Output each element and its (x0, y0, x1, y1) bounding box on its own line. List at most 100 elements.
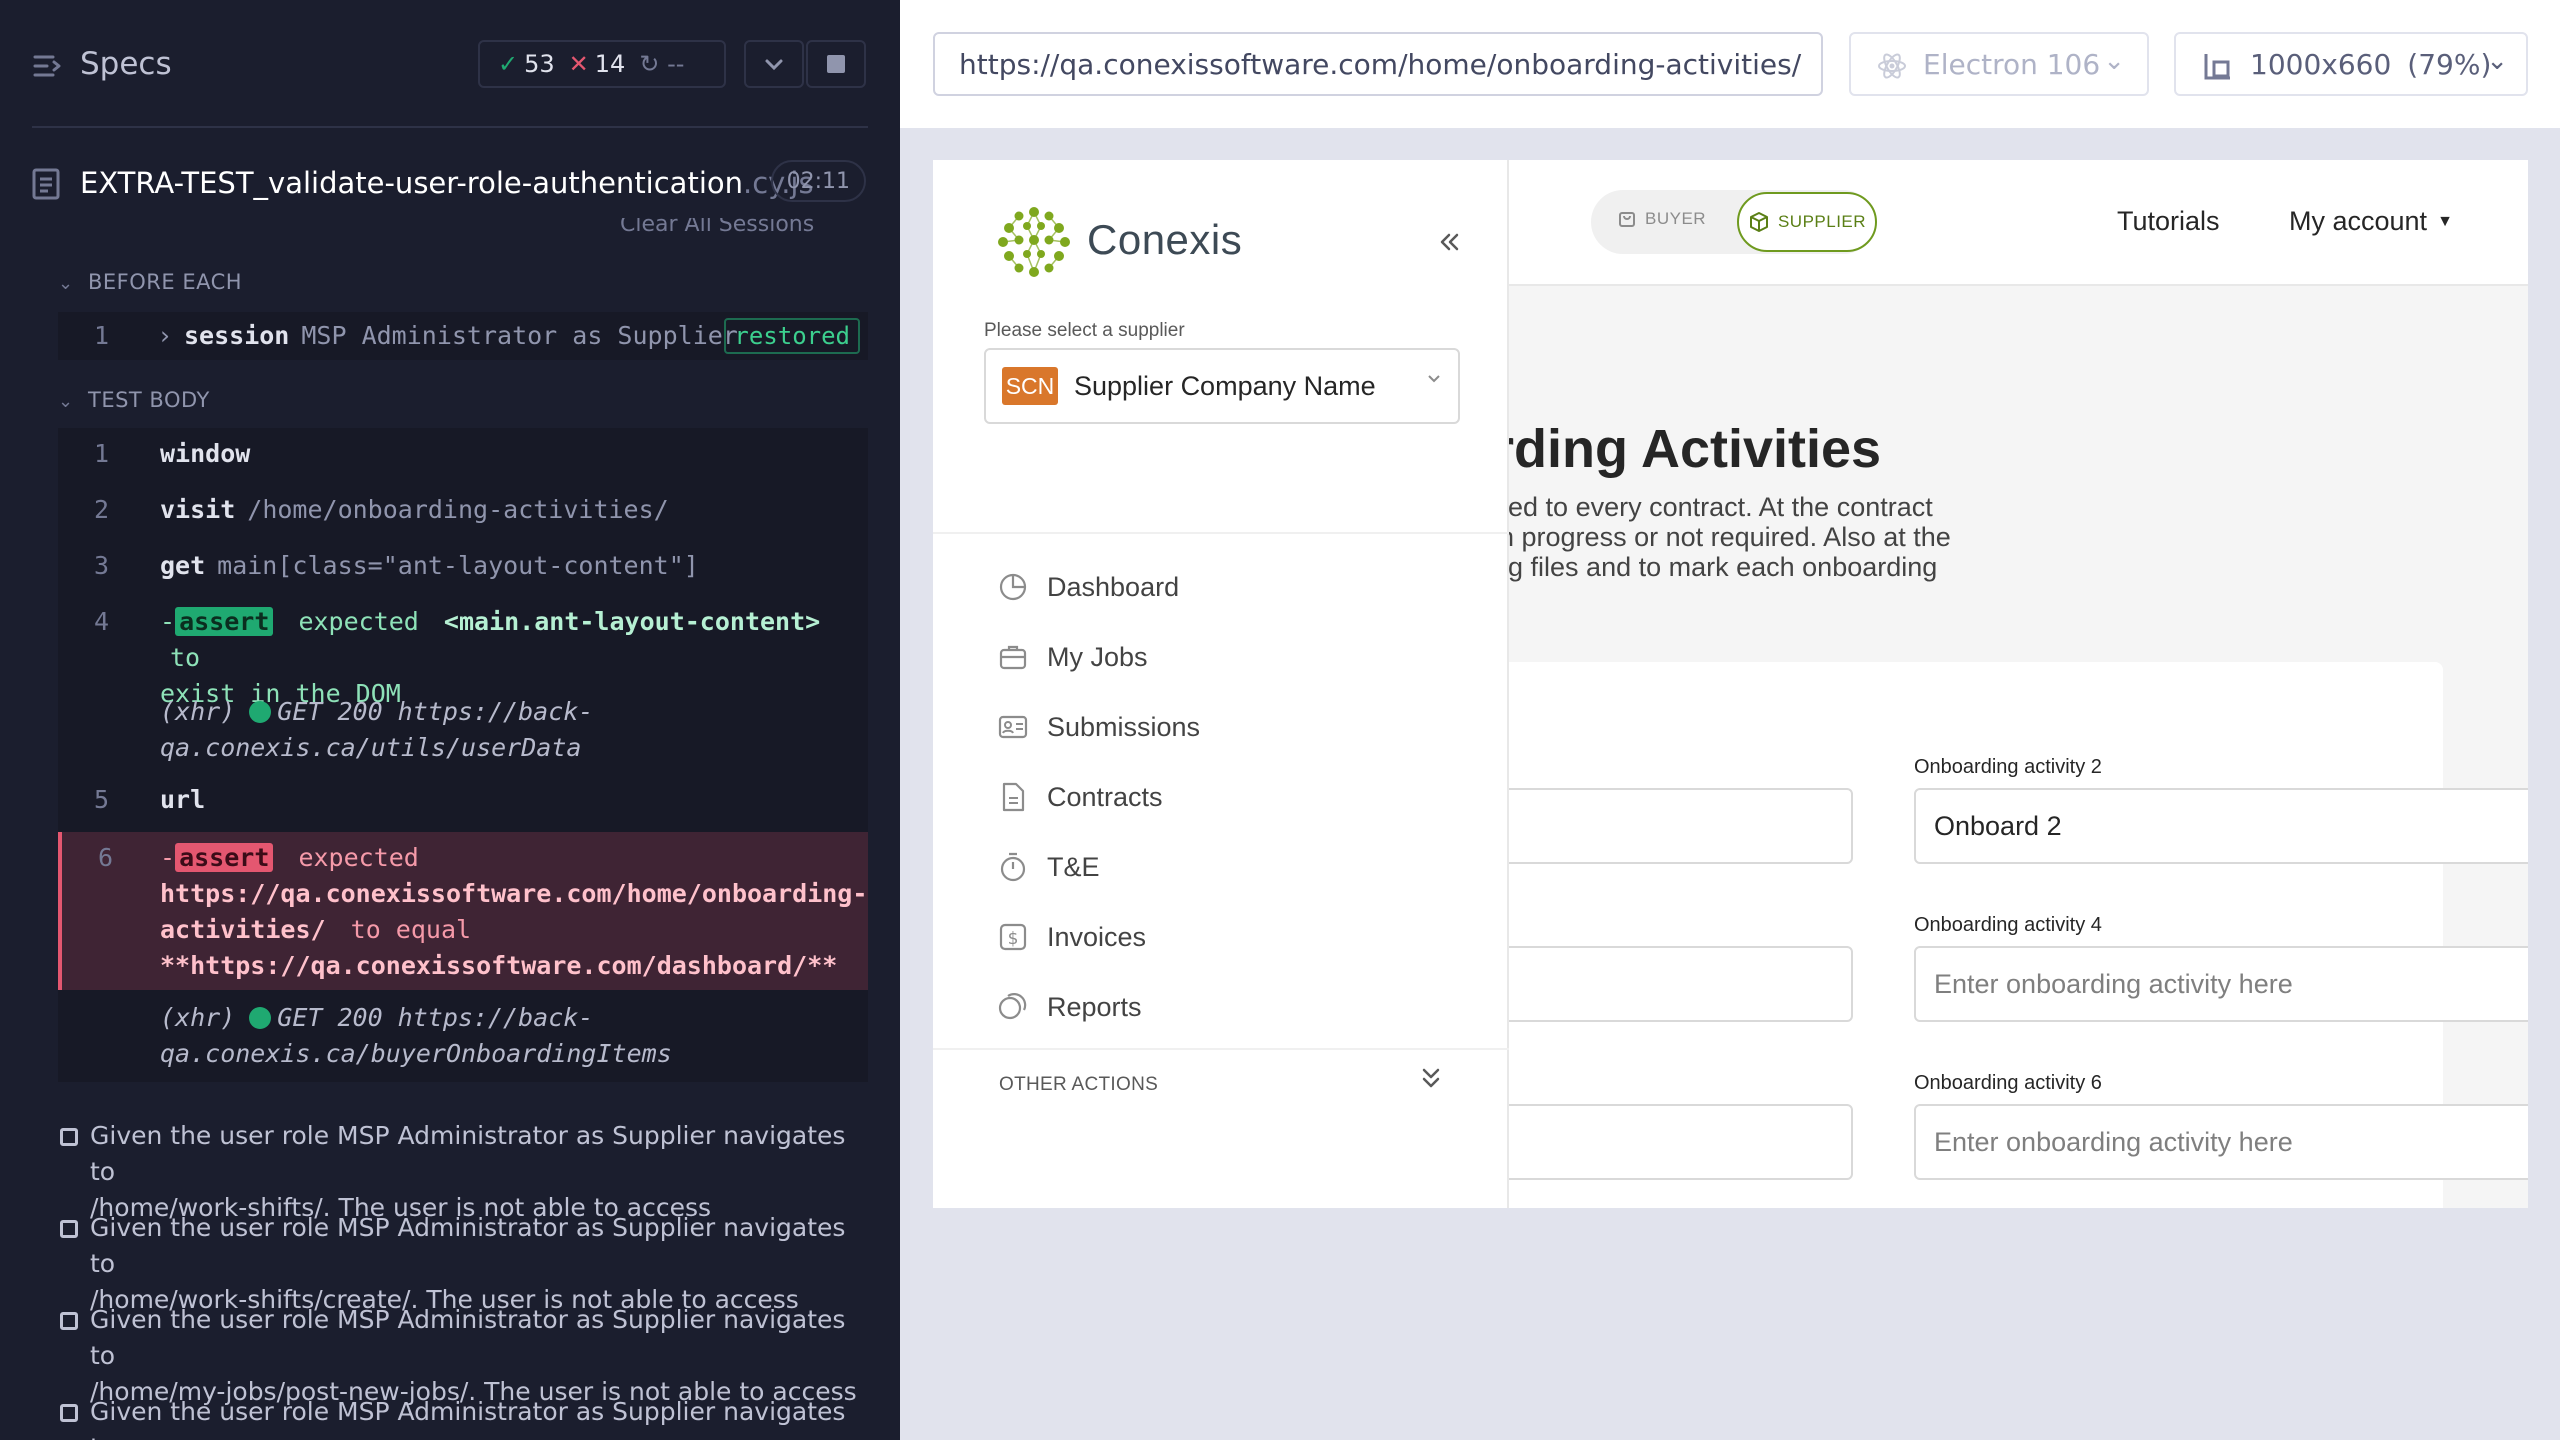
chevron-down-icon (1426, 370, 1442, 391)
current-spec: EXTRA-TEST_validate-user-role-authentica… (0, 160, 900, 208)
pending-test-icon (60, 1404, 78, 1422)
supplier-select[interactable]: SCN Supplier Company Name (984, 348, 1460, 424)
copy-icon (998, 993, 1027, 1020)
page-title: rding Activities (1493, 419, 1882, 479)
command-row[interactable]: 1 window (58, 436, 868, 472)
collapse-all-button[interactable] (744, 40, 804, 88)
sidebar-drawer: Conexis Please select a supplier SCN Sup… (933, 160, 1509, 1208)
viewport-selector[interactable]: 1000x660 (79%) ⌄ (2174, 32, 2528, 96)
onboarding-activity-6-input[interactable]: Enter onboarding activity here (1914, 1104, 2528, 1180)
dollar-icon: $ (999, 923, 1027, 951)
electron-icon (1878, 53, 1906, 79)
command-row-assert-pass[interactable]: 4 - assert expected <main.ant-layout-cont… (58, 604, 868, 708)
sidebar-divider (933, 532, 1509, 534)
specs-title[interactable]: Specs (80, 46, 172, 82)
chevron-down-icon: ⌄ (2103, 46, 2125, 76)
command-row[interactable]: 2 visit/home/onboarding-activities/ (58, 492, 868, 528)
passed-count: ✓ 53 (498, 50, 555, 78)
conexis-logo-icon (998, 207, 1070, 277)
pending-test-item[interactable]: Given the user role MSP Administrator as… (58, 1394, 858, 1440)
pending-test-icon (60, 1220, 78, 1238)
assert-fail-badge: assert (175, 843, 274, 872)
check-icon: ✓ (498, 50, 519, 78)
document-icon (1002, 782, 1025, 812)
aut-toolbar: https://qa.conexissoftware.com/home/onbo… (900, 0, 2560, 128)
status-dot-icon (249, 1007, 272, 1029)
command-row-assert-fail[interactable]: 6 - assert expected https://qa.conexissof… (58, 832, 868, 990)
failed-count: ✕ 14 (568, 50, 626, 78)
brand-name: Conexis (1087, 216, 1243, 263)
command-row[interactable]: 3 get main[class="ant-layout-content"] (58, 548, 868, 584)
pending-test-icon (60, 1128, 78, 1146)
sidebar-item-my-jobs[interactable]: My Jobs (997, 632, 1457, 682)
assert-pass-badge: assert (175, 607, 274, 636)
session-status-badge: restored (724, 318, 860, 354)
spec-file-name: EXTRA-TEST_validate-user-role-authentica… (80, 166, 814, 200)
double-chevron-left-icon (1440, 233, 1459, 251)
command-row[interactable]: 1 › session MSP Administrator as Supplier … (58, 318, 868, 354)
chevron-down-icon: ⌄ (58, 391, 74, 412)
sidebar-divider (933, 1048, 1509, 1050)
pending-count: ↻ -- (639, 50, 685, 78)
field-label: Onboarding activity 4 (1914, 914, 2102, 936)
stopwatch-icon (1000, 852, 1026, 882)
id-card-icon (998, 715, 1028, 739)
collapse-sidebar-button[interactable] (1437, 224, 1461, 263)
sidebar-item-t-and-e[interactable]: T&E (997, 842, 1457, 892)
app-under-test: BUYER SUPPLIER Tutorials My account ▼ rdi… (933, 160, 2528, 1208)
briefcase-icon (999, 645, 1027, 670)
specs-list-icon[interactable] (32, 50, 64, 82)
aut-area: https://qa.conexissoftware.com/home/onbo… (900, 0, 2560, 1440)
field-label: Onboarding activity 6 (1914, 1072, 2102, 1094)
chevron-down-icon: ⌄ (58, 273, 74, 294)
supplier-avatar: SCN (1002, 367, 1058, 405)
tutorials-link[interactable]: Tutorials (2117, 206, 2220, 237)
test-body-header[interactable]: ⌄ TEST BODY (58, 388, 210, 412)
xhr-log-row[interactable]: (xhr) GET 200 https://back- qa.conexis.ca… (58, 1000, 868, 1072)
viewport-ruler-icon (2204, 54, 2230, 80)
role-toggle[interactable]: BUYER SUPPLIER (1591, 190, 1877, 254)
clear-sessions-link[interactable]: Clear All Sessions (620, 218, 814, 240)
onboarding-activity-2-input[interactable]: Onboard 2 (1914, 788, 2528, 864)
header-divider (32, 126, 868, 128)
package-icon (1749, 212, 1768, 232)
supplier-select-label: Please select a supplier (984, 320, 1185, 341)
url-bar[interactable]: https://qa.conexissoftware.com/home/onbo… (933, 32, 1823, 96)
status-dot-icon (249, 701, 272, 723)
svg-text:$: $ (1008, 929, 1019, 949)
xhr-log-row[interactable]: (xhr) GET 200 https://back- qa.conexis.ca… (58, 694, 868, 766)
supplier-select-value: Supplier Company Name (1074, 370, 1376, 401)
before-each-header[interactable]: ⌄ BEFORE EACH (58, 270, 242, 294)
pending-test-icon (60, 1312, 78, 1330)
role-supplier-option[interactable]: SUPPLIER (1737, 192, 1877, 252)
chevron-right-icon: › (160, 321, 170, 350)
shopping-bag-icon (1619, 212, 1635, 227)
test-stats: ✓ 53 ✕ 14 ↻ -- (478, 40, 726, 88)
double-chevron-down-icon[interactable] (1417, 1064, 1445, 1094)
page-description: ded to every contract. At the contract i… (1493, 492, 1951, 582)
other-actions-header[interactable]: OTHER ACTIONS (999, 1074, 1158, 1096)
specs-header: Specs ✓ 53 ✕ 14 ↻ -- (0, 0, 900, 130)
spec-duration: 02:11 (770, 160, 866, 202)
stop-button[interactable] (806, 40, 866, 88)
cypress-runner-panel: Specs ✓ 53 ✕ 14 ↻ -- EXTRA-TEST_validate-u… (0, 0, 900, 1440)
onboarding-activity-4-input[interactable]: Enter onboarding activity here (1914, 946, 2528, 1022)
cross-icon: ✕ (568, 50, 589, 78)
field-label: Onboarding activity 2 (1914, 756, 2102, 778)
spinner-icon: ↻ (639, 50, 668, 78)
command-row[interactable]: 5 url (58, 782, 868, 818)
pie-chart-icon (999, 573, 1027, 601)
file-icon (32, 168, 60, 200)
sidebar-item-invoices[interactable]: $ Invoices (997, 912, 1457, 962)
sidebar-item-dashboard[interactable]: Dashboard (997, 562, 1457, 612)
test-body-commands: 1 window 2 visit/home/onboarding-activit… (58, 428, 868, 1082)
sidebar-item-submissions[interactable]: Submissions (997, 702, 1457, 752)
sidebar-item-contracts[interactable]: Contracts (997, 772, 1457, 822)
stop-icon (827, 55, 845, 73)
sidebar-item-reports[interactable]: Reports (997, 982, 1457, 1032)
my-account-menu[interactable]: My account ▼ (2289, 206, 2453, 237)
browser-selector[interactable]: Electron 106 ⌄ (1849, 32, 2149, 96)
chevron-down-icon (765, 59, 783, 71)
before-each-commands: 1 › session MSP Administrator as Supplier … (58, 312, 868, 360)
role-buyer-option[interactable]: BUYER (1617, 208, 1706, 229)
